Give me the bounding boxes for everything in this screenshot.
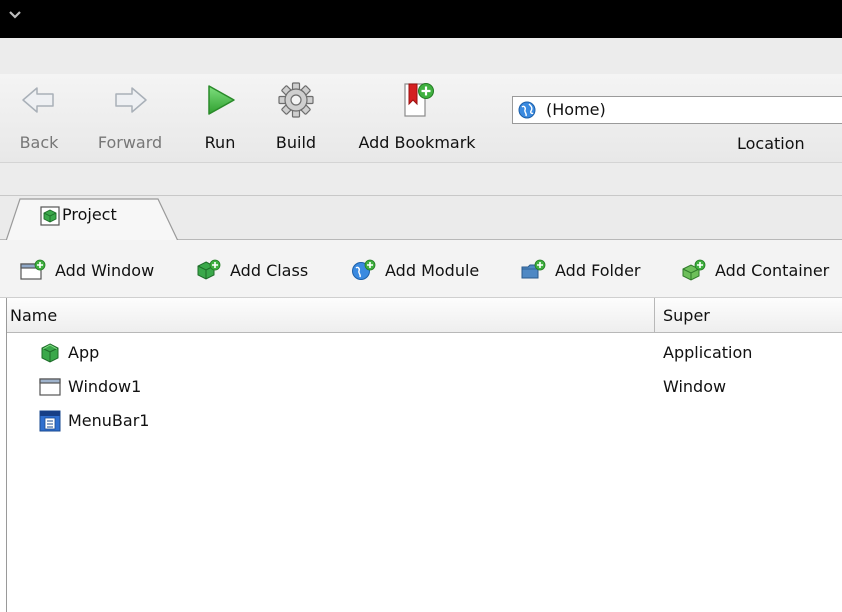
location-value[interactable]: (Home) <box>546 100 606 119</box>
toolbar-spacer-strip <box>0 162 842 196</box>
add-window-icon <box>20 259 46 281</box>
list-column-header <box>7 298 842 333</box>
list-item-app[interactable]: App Application <box>7 336 842 370</box>
forward-arrow-icon <box>110 80 150 120</box>
build-button[interactable]: Build <box>268 74 324 162</box>
window-menu-chevron-icon[interactable] <box>8 10 22 20</box>
add-container-icon <box>680 259 706 281</box>
add-class-button[interactable]: Add Class <box>195 259 330 283</box>
run-play-icon <box>200 80 240 120</box>
add-bookmark-button[interactable]: Add Bookmark <box>346 74 488 162</box>
add-folder-label: Add Folder <box>555 261 641 280</box>
build-gear-icon <box>276 80 316 120</box>
list-item-menubar1[interactable]: MenuBar1 <box>7 404 842 438</box>
item-super: Window <box>663 377 727 396</box>
run-button[interactable]: Run <box>198 74 242 162</box>
globe-icon <box>518 101 536 119</box>
add-bookmark-icon <box>397 80 437 120</box>
menubar-icon <box>39 410 61 432</box>
window-titlebar <box>0 0 842 38</box>
list-item-window1[interactable]: Window1 Window <box>7 370 842 404</box>
column-header-super[interactable]: Super <box>663 306 710 325</box>
forward-button[interactable]: Forward <box>90 74 170 162</box>
add-container-label: Add Container <box>715 261 830 280</box>
add-module-label: Add Module <box>385 261 480 280</box>
menu-bar <box>0 38 842 75</box>
back-arrow-icon <box>19 80 59 120</box>
add-window-label: Add Window <box>55 261 155 280</box>
build-label: Build <box>275 133 317 152</box>
add-folder-icon <box>520 259 546 281</box>
item-super: Application <box>663 343 753 362</box>
window-icon <box>39 376 61 398</box>
back-button[interactable]: Back <box>14 74 64 162</box>
item-name: App <box>68 343 100 362</box>
forward-label: Forward <box>97 133 163 152</box>
column-header-name[interactable]: Name <box>10 306 57 325</box>
item-name: Window1 <box>68 377 142 396</box>
add-module-button[interactable]: Add Module <box>350 259 500 283</box>
back-label: Back <box>19 133 59 152</box>
add-class-label: Add Class <box>230 261 309 280</box>
add-container-button[interactable]: Add Container <box>680 259 842 283</box>
tab-project-label[interactable]: Project <box>62 205 117 224</box>
run-label: Run <box>204 133 236 152</box>
add-module-icon <box>350 259 376 281</box>
add-bookmark-label: Add Bookmark <box>358 133 476 152</box>
project-cube-icon <box>40 206 60 226</box>
app-cube-icon <box>39 342 61 364</box>
add-folder-button[interactable]: Add Folder <box>520 259 660 283</box>
location-label: Location <box>737 134 805 153</box>
column-divider[interactable] <box>654 298 655 333</box>
add-window-button[interactable]: Add Window <box>20 259 175 283</box>
add-class-icon <box>195 259 221 281</box>
item-name: MenuBar1 <box>68 411 150 430</box>
